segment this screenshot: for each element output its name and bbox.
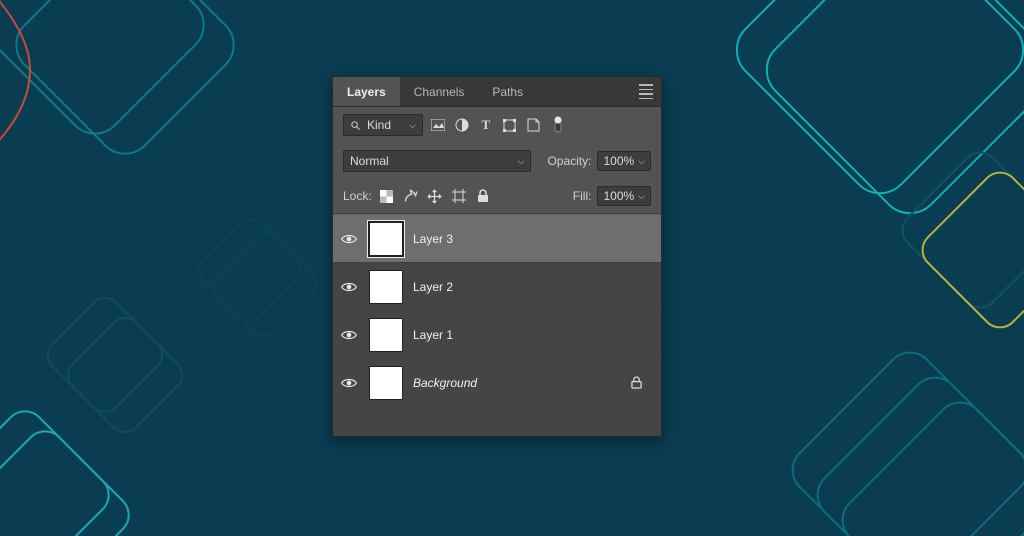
layer-row[interactable]: Layer 2 (333, 262, 661, 310)
chevron-down-icon: ⌵ (638, 156, 645, 167)
visibility-toggle[interactable] (341, 329, 359, 341)
filter-shape-icon[interactable] (501, 116, 519, 134)
lock-all-icon[interactable] (474, 187, 492, 205)
panel-tabbar: Layers Channels Paths (333, 77, 661, 107)
layer-name[interactable]: Layer 1 (413, 328, 653, 342)
tab-channels[interactable]: Channels (400, 77, 479, 106)
tab-layers[interactable]: Layers (333, 77, 400, 106)
layer-row[interactable]: Layer 1 (333, 310, 661, 358)
layers-list: Layer 3 Layer 2 Layer 1 Background (333, 214, 661, 436)
filter-toggle-switch[interactable] (549, 116, 567, 134)
opacity-value-input[interactable]: 100% ⌵ (597, 151, 651, 171)
lock-transparency-icon[interactable] (378, 187, 396, 205)
layer-thumbnail[interactable] (369, 318, 403, 352)
lock-position-icon[interactable] (426, 187, 444, 205)
search-icon (350, 120, 361, 131)
filter-pixel-icon[interactable] (429, 116, 447, 134)
layer-controls: Kind ⌵ T (333, 107, 661, 214)
filter-type-icon[interactable]: T (477, 116, 495, 134)
blend-mode-dropdown[interactable]: Normal ⌵ (343, 150, 531, 172)
fill-label: Fill: (573, 189, 592, 203)
filter-adjustment-icon[interactable] (453, 116, 471, 134)
filter-kind-dropdown[interactable]: Kind ⌵ (343, 114, 423, 136)
layer-name[interactable]: Layer 2 (413, 280, 653, 294)
lock-label: Lock: (343, 189, 372, 203)
visibility-toggle[interactable] (341, 281, 359, 293)
layer-row[interactable]: Layer 3 (333, 214, 661, 262)
layer-thumbnail[interactable] (369, 222, 403, 256)
opacity-label: Opacity: (547, 154, 591, 168)
layer-name[interactable]: Background (413, 376, 621, 390)
chevron-down-icon: ⌵ (638, 191, 645, 202)
opacity-value: 100% (603, 154, 634, 168)
panel-menu-icon[interactable] (631, 77, 661, 106)
chevron-down-icon: ⌵ (518, 156, 525, 167)
layer-name[interactable]: Layer 3 (413, 232, 653, 246)
layer-thumbnail[interactable] (369, 366, 403, 400)
fill-value-input[interactable]: 100% ⌵ (597, 186, 651, 206)
blend-mode-value: Normal (350, 154, 389, 168)
chevron-down-icon: ⌵ (409, 120, 416, 131)
layers-panel: Layers Channels Paths Kind ⌵ T (332, 76, 662, 437)
filter-kind-label: Kind (367, 118, 391, 132)
tab-paths[interactable]: Paths (478, 77, 537, 106)
visibility-toggle[interactable] (341, 377, 359, 389)
layer-row[interactable]: Background (333, 358, 661, 406)
lock-artboard-icon[interactable] (450, 187, 468, 205)
filter-smartobject-icon[interactable] (525, 116, 543, 134)
visibility-toggle[interactable] (341, 233, 359, 245)
fill-value: 100% (603, 189, 634, 203)
lock-image-icon[interactable] (402, 187, 420, 205)
lock-icon (631, 376, 653, 389)
layer-thumbnail[interactable] (369, 270, 403, 304)
